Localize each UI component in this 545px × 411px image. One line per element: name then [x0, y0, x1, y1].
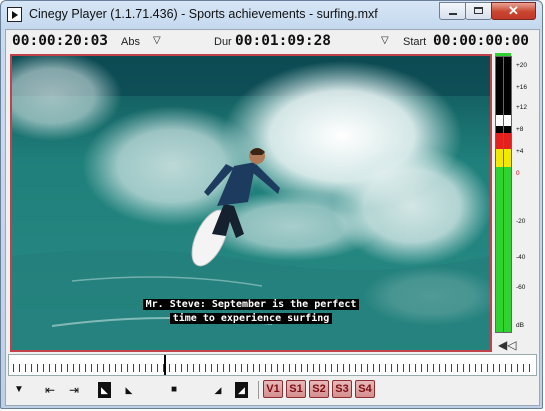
maximize-icon: [474, 7, 483, 14]
subtitle-overlay: Mr. Steve: September is the perfect time…: [12, 298, 490, 326]
subtitle-line-1: Mr. Steve: September is the perfect: [142, 299, 360, 310]
scale-mark: +8: [516, 126, 524, 133]
close-button[interactable]: ✕: [491, 2, 536, 20]
player-window: Cinegy Player (1.1.71.436) - Sports achi…: [0, 0, 543, 409]
track-v1-button[interactable]: V1: [263, 380, 283, 398]
timecode-mode-dropdown-icon[interactable]: ▽: [153, 35, 161, 46]
track-s3-button[interactable]: S3: [332, 380, 352, 398]
window-title: Cinegy Player (1.1.71.436) - Sports achi…: [29, 7, 378, 21]
maximize-button[interactable]: [465, 2, 492, 20]
title-bar[interactable]: Cinegy Player (1.1.71.436) - Sports achi…: [1, 1, 542, 29]
app-play-icon: [7, 7, 22, 22]
mark-in-button[interactable]: ◣: [98, 382, 111, 398]
scale-mark: +4: [516, 148, 524, 155]
playhead[interactable]: [164, 355, 166, 375]
go-to-end-button[interactable]: ⇥: [66, 382, 82, 398]
scale-mark: +16: [516, 84, 528, 91]
duration-timecode: 00:01:09:28: [235, 33, 332, 49]
transport-controls: ▼ ⇤ ⇥ ◣ ◣ ■ ◢ ◢ V1 S1 S2 S3 S4: [6, 378, 539, 404]
menu-dropdown-icon[interactable]: ▼: [12, 382, 26, 398]
timecode-bar: 00:00:20:03 Abs ▽ Dur 00:01:09:28 ▽ Star…: [6, 30, 539, 52]
duration-label: Dur: [214, 36, 232, 48]
scale-mark: dB: [516, 322, 524, 329]
audio-channel-right: [503, 56, 512, 333]
minimize-button[interactable]: [439, 2, 466, 20]
track-s2-button[interactable]: S2: [309, 380, 329, 398]
scale-mark: 0: [516, 170, 520, 177]
start-timecode: 00:00:00:00: [433, 33, 530, 49]
timeline-scrubber[interactable]: [8, 354, 537, 376]
next-frame-button[interactable]: ◢: [213, 382, 223, 398]
controls-divider: [258, 381, 259, 399]
subtitle-line-2: time to experience surfing: [169, 313, 333, 324]
go-to-start-button[interactable]: ⇤: [42, 382, 58, 398]
scale-mark: +20: [516, 62, 528, 69]
scale-mark: -60: [516, 284, 526, 291]
start-label: Start: [403, 36, 427, 48]
scale-mark: -20: [516, 218, 526, 225]
timecode-mode-label: Abs: [121, 36, 140, 48]
video-display[interactable]: Mr. Steve: September is the perfect time…: [10, 54, 492, 352]
scale-mark: +12: [516, 104, 528, 111]
audio-level-meter: +20 +16 +12 +8 +4 0 -20 -40 -60 dB ◀◁: [495, 53, 537, 354]
minimize-icon: [449, 13, 457, 15]
track-s4-button[interactable]: S4: [355, 380, 375, 398]
stop-button[interactable]: ■: [168, 382, 180, 398]
scale-mark: -40: [516, 254, 526, 261]
timeline-ticks: [13, 364, 532, 372]
prev-frame-button[interactable]: ◣: [124, 382, 134, 398]
mark-out-button[interactable]: ◢: [235, 382, 248, 398]
duration-dropdown-icon[interactable]: ▽: [381, 35, 389, 46]
track-s1-button[interactable]: S1: [286, 380, 306, 398]
meter-scale: +20 +16 +12 +8 +4 0 -20 -40 -60 dB: [515, 56, 537, 331]
player-content: 00:00:20:03 Abs ▽ Dur 00:01:09:28 ▽ Star…: [5, 29, 540, 406]
close-icon: ✕: [508, 3, 519, 18]
current-timecode: 00:00:20:03: [12, 33, 109, 49]
speaker-icon[interactable]: ◀◁: [498, 338, 516, 352]
